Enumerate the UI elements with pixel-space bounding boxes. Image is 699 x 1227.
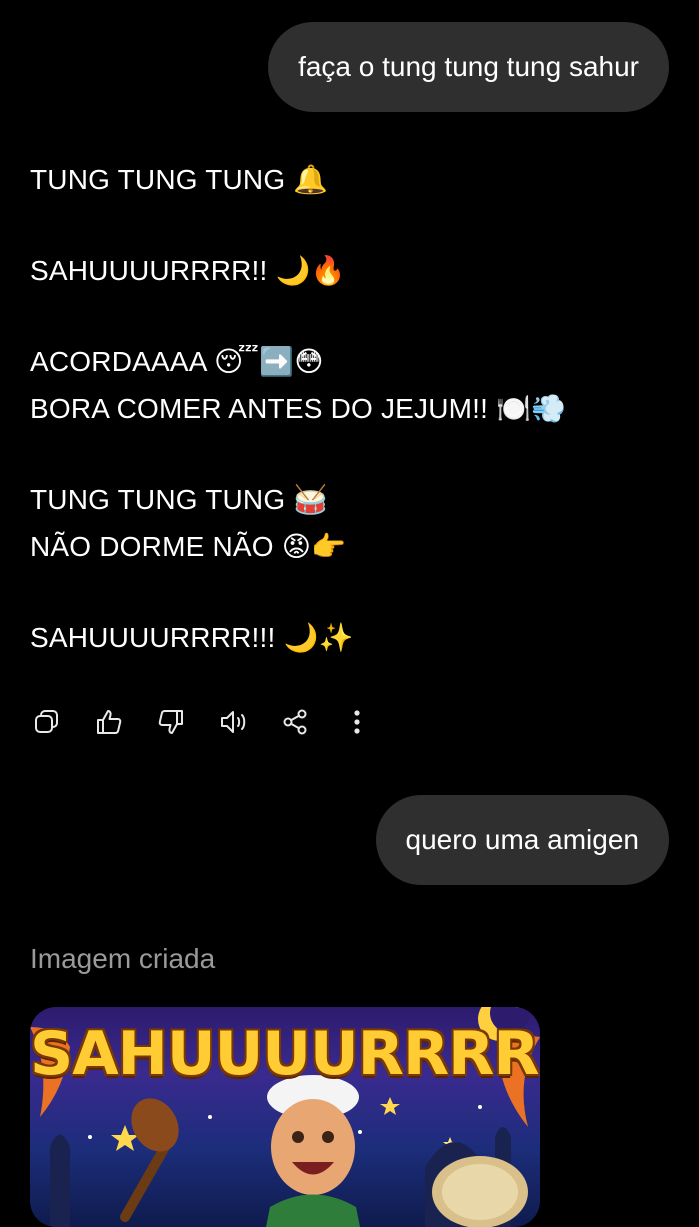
assistant-line: TUNG TUNG TUNG 🔔 [30,164,329,195]
more-vertical-icon [354,710,360,734]
assistant-line: ACORDAAAA 😴➡️😳 [30,346,324,377]
speaker-icon [221,711,246,733]
assistant-line: SAHUUUURRRR!! 🌙🔥 [30,255,346,286]
user-message-text: faça o tung tung tung sahur [298,51,639,82]
copy-button[interactable] [30,705,64,739]
assistant-line: SAHUUUURRRR!!! 🌙✨ [30,622,354,653]
thumbs-down-icon [158,710,183,734]
image-caption: Imagem criada [30,943,216,974]
thumbs-up-button[interactable] [92,705,126,739]
message-actions-bar [30,700,402,744]
user-message-bubble: faça o tung tung tung sahur [268,22,669,112]
copy-icon [35,710,58,733]
read-aloud-button[interactable] [216,705,250,739]
assistant-line: BORA COMER ANTES DO JEJUM!! 🍽️💨 [30,393,567,424]
assistant-line-gap [30,203,670,247]
share-button[interactable] [278,705,312,739]
image-title-text: SAHUUUURRRR!! [30,1019,540,1089]
assistant-message: TUNG TUNG TUNG 🔔 SAHUUUURRRR!! 🌙🔥 ACORDA… [30,156,670,661]
assistant-line-gap [30,294,670,338]
generated-image[interactable]: SAHUUUURRRR!! [30,1007,540,1227]
more-options-button[interactable] [340,705,374,739]
assistant-line-gap [30,570,670,614]
thumbs-up-icon [97,710,122,734]
share-icon [283,709,307,735]
assistant-line-gap [30,432,670,476]
thumbs-down-button[interactable] [154,705,188,739]
user-message-text: quero uma amigen [405,824,639,855]
assistant-line: TUNG TUNG TUNG 🥁 [30,484,329,515]
assistant-line: NÃO DORME NÃO 😡👉 [30,531,347,562]
user-message-bubble: quero uma amigen [375,795,669,885]
